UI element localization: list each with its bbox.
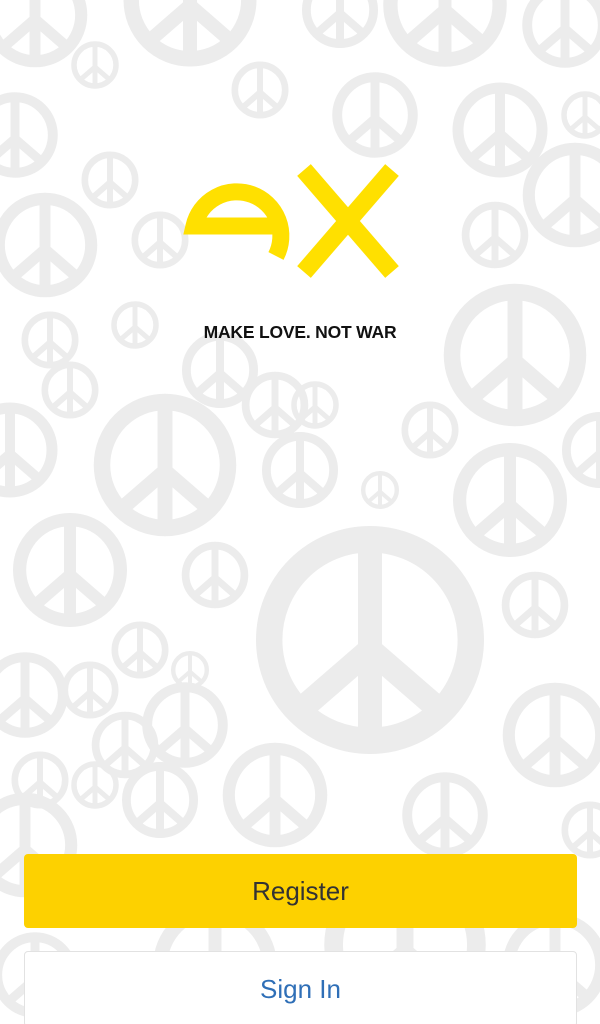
welcome-screen: MAKE LOVE. NOT WAR Register Sign In (0, 0, 600, 1024)
sign-in-button[interactable]: Sign In (24, 951, 577, 1024)
app-tagline: MAKE LOVE. NOT WAR (203, 322, 397, 342)
ex-logo (183, 164, 399, 278)
register-button[interactable]: Register (24, 854, 577, 928)
